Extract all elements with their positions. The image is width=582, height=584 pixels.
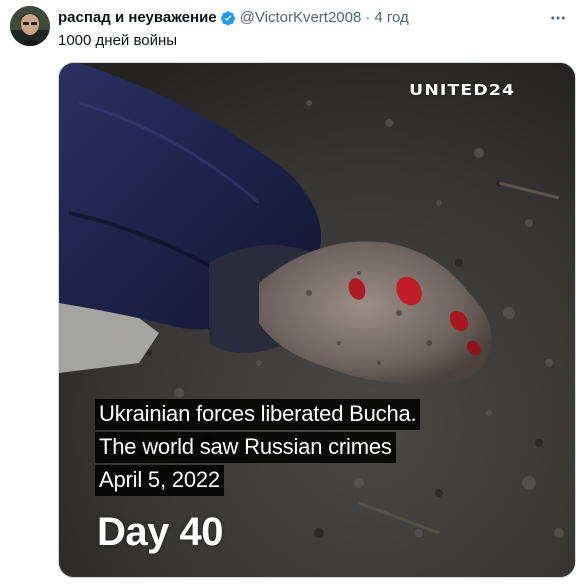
avatar-photo-icon — [10, 6, 50, 46]
caption-line: April 5, 2022 — [95, 465, 224, 496]
separator-dot: · — [365, 9, 371, 26]
watermark-logo: UNITED24 — [409, 81, 515, 99]
verified-badge-icon — [220, 10, 236, 26]
tweet-card[interactable]: распад и неуважение @VictorKvert2008 · 4… — [0, 0, 582, 584]
display-name[interactable]: распад и неуважение — [58, 8, 217, 28]
video-caption: Ukrainian forces liberated Bucha. The wo… — [95, 399, 421, 498]
more-horizontal-icon[interactable] — [546, 6, 570, 30]
timestamp[interactable]: 4 год — [374, 8, 408, 28]
day-label: Day 40 — [97, 510, 223, 554]
media-image[interactable]: UNITED24 Ukrainian forces liberated Buch… — [58, 62, 576, 578]
avatar[interactable] — [10, 6, 50, 46]
photo-scene — [59, 63, 575, 577]
tweet-header: распад и неуважение @VictorKvert2008 · 4… — [58, 8, 542, 28]
caption-line: Ukrainian forces liberated Bucha. — [95, 399, 421, 430]
user-handle[interactable]: @VictorKvert2008 — [240, 8, 362, 28]
caption-line: The world saw Russian crimes — [95, 432, 396, 463]
tweet-text: 1000 дней войны — [58, 32, 178, 49]
